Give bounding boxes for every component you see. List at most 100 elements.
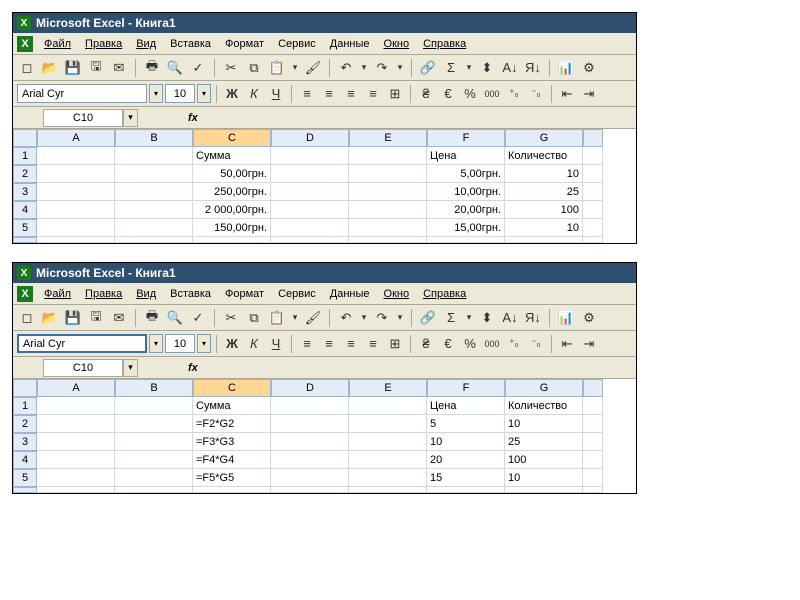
dd-icon[interactable]: ▾ xyxy=(464,58,474,78)
cell-C4[interactable]: 2 000,00грн. xyxy=(193,201,271,219)
print-icon[interactable]: 🖶 xyxy=(142,308,162,328)
cell-C4[interactable]: =F4*G4 xyxy=(193,451,271,469)
cell-B3[interactable] xyxy=(115,433,193,451)
cell-B5[interactable] xyxy=(115,219,193,237)
spell-icon[interactable]: ✓ xyxy=(188,308,208,328)
sort-icon[interactable]: ⬍ xyxy=(477,308,497,328)
dd-icon[interactable]: ▾ xyxy=(395,58,405,78)
sortaz-icon[interactable]: A↓ xyxy=(500,308,520,328)
cell-F5[interactable]: 15,00грн. xyxy=(427,219,505,237)
cell-D2[interactable] xyxy=(271,165,349,183)
menu-tools[interactable]: Сервис xyxy=(271,286,323,302)
cell-G1[interactable]: Количество xyxy=(505,147,583,165)
menu-window[interactable]: Окно xyxy=(377,286,417,302)
cell-B1[interactable] xyxy=(115,147,193,165)
col-header-F[interactable]: F xyxy=(427,129,505,147)
fmt-icon[interactable]: 🖌 xyxy=(303,308,323,328)
dd-icon[interactable]: ▾ xyxy=(464,308,474,328)
cut-icon[interactable]: ✂ xyxy=(221,58,241,78)
col-header-E[interactable]: E xyxy=(349,379,427,397)
wiz-icon[interactable]: ⚙ xyxy=(579,308,599,328)
cell-D1[interactable] xyxy=(271,397,349,415)
dd-icon[interactable]: ▾ xyxy=(290,308,300,328)
col-header-G[interactable]: G xyxy=(505,379,583,397)
col-header-E[interactable]: E xyxy=(349,129,427,147)
row-header[interactable]: 1 xyxy=(13,147,37,165)
cell-A3[interactable] xyxy=(37,433,115,451)
align-left-icon[interactable]: ≡ xyxy=(297,84,317,104)
cell-C1[interactable]: Сумма xyxy=(193,147,271,165)
font-name-input[interactable]: Arial Cyr xyxy=(17,84,147,103)
cell-B4[interactable] xyxy=(115,201,193,219)
currency-icon[interactable]: ₴ xyxy=(416,84,436,104)
cell-A1[interactable] xyxy=(37,147,115,165)
bold-icon[interactable]: Ж xyxy=(222,334,242,354)
cell-F1[interactable]: Цена xyxy=(427,147,505,165)
undo-icon[interactable]: ↶ xyxy=(336,58,356,78)
chart-icon[interactable]: 📊 xyxy=(556,58,576,78)
outdent-icon[interactable]: ⇥ xyxy=(579,84,599,104)
row-header[interactable]: 3 xyxy=(13,433,37,451)
link-icon[interactable]: 🔗 xyxy=(418,308,438,328)
menu-view[interactable]: Вид xyxy=(129,36,163,52)
sortza-icon[interactable]: Я↓ xyxy=(523,58,543,78)
cell-E3[interactable] xyxy=(349,183,427,201)
percent-icon[interactable]: % xyxy=(460,334,480,354)
font-size-input[interactable]: 10 xyxy=(165,334,195,353)
bold-icon[interactable]: Ж xyxy=(222,84,242,104)
cell-E3[interactable] xyxy=(349,433,427,451)
save-icon[interactable]: 💾 xyxy=(63,308,83,328)
copy-icon[interactable]: ⧉ xyxy=(244,308,264,328)
cell-D4[interactable] xyxy=(271,451,349,469)
menu-window[interactable]: Окно xyxy=(377,36,417,52)
cell-C3[interactable]: 250,00грн. xyxy=(193,183,271,201)
dec-dec-icon[interactable]: ⁻₀ xyxy=(526,84,546,104)
name-box[interactable]: C10 xyxy=(43,359,123,377)
menu-data[interactable]: Данные xyxy=(323,286,377,302)
cut-icon[interactable]: ✂ xyxy=(221,308,241,328)
cell-E5[interactable] xyxy=(349,219,427,237)
row-header[interactable]: 3 xyxy=(13,183,37,201)
cell-G2[interactable]: 10 xyxy=(505,415,583,433)
merge-icon[interactable]: ⊞ xyxy=(385,334,405,354)
row-header[interactable]: 5 xyxy=(13,469,37,487)
wiz-icon[interactable]: ⚙ xyxy=(579,58,599,78)
merge-icon[interactable]: ⊞ xyxy=(385,84,405,104)
size-dd-icon[interactable]: ▾ xyxy=(197,84,211,103)
size-dd-icon[interactable]: ▾ xyxy=(197,334,211,353)
cell-A1[interactable] xyxy=(37,397,115,415)
menu-edit[interactable]: Правка xyxy=(78,36,129,52)
menu-insert[interactable]: Вставка xyxy=(163,286,218,302)
euro-icon[interactable]: € xyxy=(438,334,458,354)
menu-insert[interactable]: Вставка xyxy=(163,36,218,52)
paste-icon[interactable]: 📋 xyxy=(267,308,287,328)
fmt-icon[interactable]: 🖌 xyxy=(303,58,323,78)
cell-C2[interactable]: =F2*G2 xyxy=(193,415,271,433)
sortza-icon[interactable]: Я↓ xyxy=(523,308,543,328)
menu-format[interactable]: Формат xyxy=(218,36,271,52)
indent-icon[interactable]: ⇤ xyxy=(557,84,577,104)
open-icon[interactable]: 📂 xyxy=(40,308,60,328)
cell-D2[interactable] xyxy=(271,415,349,433)
cell-G1[interactable]: Количество xyxy=(505,397,583,415)
cell-A4[interactable] xyxy=(37,451,115,469)
cell-A2[interactable] xyxy=(37,165,115,183)
font-dd-icon[interactable]: ▾ xyxy=(149,334,163,353)
align-justify-icon[interactable]: ≡ xyxy=(363,334,383,354)
menu-help[interactable]: Справка xyxy=(416,286,473,302)
fx-icon[interactable]: fx xyxy=(188,362,198,374)
underline-icon[interactable]: Ч xyxy=(266,84,286,104)
row-header[interactable]: 2 xyxy=(13,415,37,433)
open-icon[interactable]: 📂 xyxy=(40,58,60,78)
col-header-A[interactable]: A xyxy=(37,379,115,397)
cell-A5[interactable] xyxy=(37,219,115,237)
name-box[interactable]: C10 xyxy=(43,109,123,127)
sortaz-icon[interactable]: A↓ xyxy=(500,58,520,78)
dd-icon[interactable]: ▾ xyxy=(395,308,405,328)
cell-E1[interactable] xyxy=(349,147,427,165)
redo-icon[interactable]: ↷ xyxy=(372,308,392,328)
cell-C5[interactable]: =F5*G5 xyxy=(193,469,271,487)
new-icon[interactable]: ◻ xyxy=(17,308,37,328)
saveas-icon[interactable]: 🖫 xyxy=(86,58,106,78)
copy-icon[interactable]: ⧉ xyxy=(244,58,264,78)
